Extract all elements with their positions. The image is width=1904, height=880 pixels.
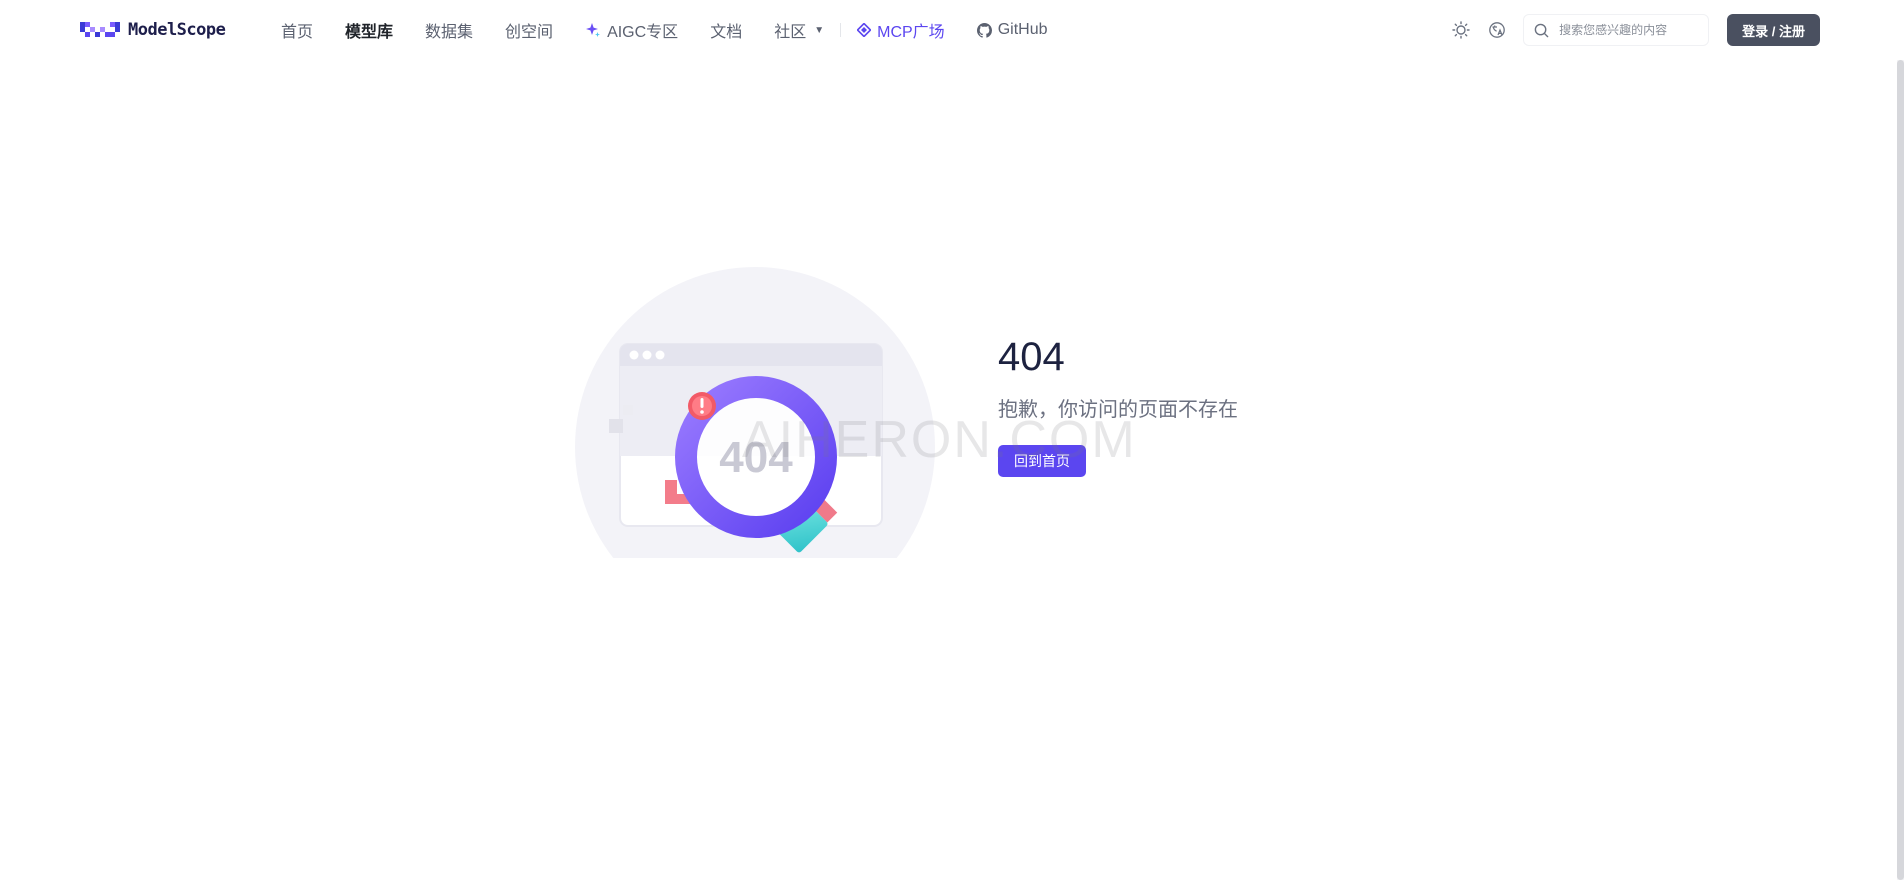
nav-studios[interactable]: 创空间: [505, 18, 553, 42]
nav-mcp[interactable]: MCP广场: [857, 18, 945, 42]
nav-studios-label: 创空间: [505, 24, 554, 41]
modelscope-logo-icon: [80, 22, 120, 37]
nav-github[interactable]: GitHub: [976, 21, 1048, 39]
back-home-button[interactable]: 回到首页: [998, 445, 1086, 477]
nav-aigc-label: AIGC专区: [607, 24, 679, 41]
logo-text: ModelScope: [128, 20, 226, 40]
search-icon: [1534, 23, 1549, 37]
nav-docs[interactable]: 文档: [710, 18, 742, 42]
nav-divider: [840, 23, 842, 37]
nav-datasets-label: 数据集: [425, 24, 474, 41]
nav-mcp-label: MCP广场: [877, 24, 945, 41]
header-right-tools: 登录 / 注册: [1451, 14, 1820, 46]
login-register-button[interactable]: 登录 / 注册: [1727, 14, 1820, 46]
language-translate-icon[interactable]: [1487, 20, 1507, 40]
nav-datasets[interactable]: 数据集: [425, 18, 473, 42]
nav-models[interactable]: 模型库: [345, 18, 393, 42]
nav-docs-label: 文档: [710, 24, 743, 41]
nav-home[interactable]: 首页: [281, 18, 313, 42]
top-nav-bar: ModelScope 首页 模型库 数据集 创空间 AIGC专区 文档 社区 ▼: [0, 0, 1904, 60]
scrollbar-thumb[interactable]: [1897, 60, 1904, 880]
not-found-illustration: 404: [566, 258, 944, 560]
error-code: 404: [998, 335, 1065, 379]
search-box[interactable]: [1523, 14, 1710, 46]
nav-community[interactable]: 社区 ▼: [774, 18, 824, 42]
page-scrollbar[interactable]: [1897, 60, 1904, 880]
illustration-404-text: 404: [719, 433, 793, 482]
main-nav: 首页 模型库 数据集 创空间 AIGC专区 文档 社区 ▼ MCP广场 GitH…: [281, 0, 1079, 60]
mcp-diamond-icon: [857, 23, 872, 37]
github-icon: [976, 22, 992, 38]
nav-aigc[interactable]: AIGC专区: [585, 18, 678, 42]
search-input[interactable]: [1557, 22, 1702, 38]
theme-toggle-sun-icon[interactable]: [1451, 20, 1471, 40]
nav-github-label: GitHub: [997, 21, 1048, 38]
nav-home-label: 首页: [281, 24, 314, 41]
error-message: 抱歉，你访问的页面不存在: [998, 399, 1238, 421]
error-message-block: 404 抱歉，你访问的页面不存在 回到首页: [998, 333, 1238, 477]
nav-community-label: 社区: [774, 24, 807, 41]
nav-models-label: 模型库: [345, 24, 394, 41]
sparkle-icon: [586, 23, 601, 37]
modelscope-logo[interactable]: ModelScope: [80, 18, 226, 42]
caret-down-icon: ▼: [814, 24, 825, 36]
